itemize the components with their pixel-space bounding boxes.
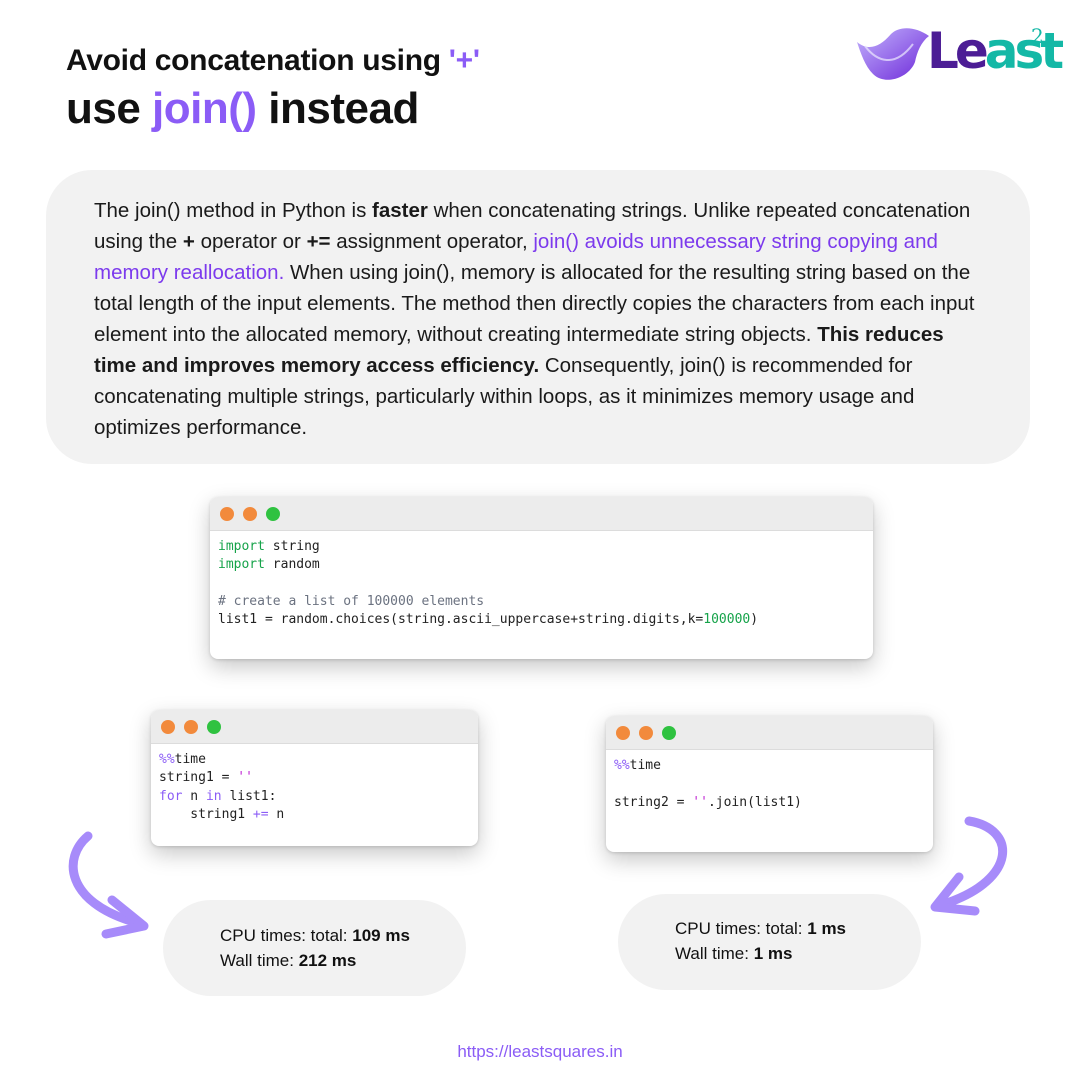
desc-seg-3: operator or [194, 230, 307, 253]
code-keyword: import [218, 557, 265, 573]
window-titlebar [606, 716, 933, 750]
code-keyword: for [159, 788, 183, 804]
maximize-dot-icon [662, 726, 676, 740]
brand-logo: Least 2 [855, 22, 1064, 86]
logo-text-a: Le [927, 22, 989, 80]
join-highlight-text: join() [152, 84, 257, 133]
code-number: 100000 [703, 612, 751, 628]
code-text: n [268, 806, 285, 822]
code-text: time [174, 752, 206, 767]
code-text: random [264, 557, 320, 573]
code-text: string1 = [159, 770, 238, 786]
minimize-dot-icon [184, 720, 198, 734]
wall-time-value: 1 ms [753, 944, 793, 963]
minimize-dot-icon [243, 507, 257, 521]
minimize-dot-icon [639, 726, 653, 740]
maximize-dot-icon [266, 507, 280, 521]
footer-url[interactable]: https://leastsquares.in [0, 1042, 1080, 1062]
code-text: ) [750, 612, 759, 628]
description-paragraph: The join() method in Python is faster wh… [94, 195, 990, 443]
window-titlebar [151, 710, 478, 744]
result-card-join: CPU times: total: 1 ms Wall time: 1 ms [618, 894, 921, 990]
wall-time-line: Wall time: 212 ms [220, 948, 466, 973]
code-text: .join(list1) [707, 794, 802, 810]
title-instead-text: instead [256, 84, 419, 133]
cpu-time-value: 1 ms [807, 919, 847, 938]
logo-superscript: 2 [1031, 24, 1044, 48]
wall-time-label: Wall time: [675, 944, 754, 963]
wall-time-line: Wall time: 1 ms [675, 941, 921, 966]
code-text: string2 = [614, 794, 693, 810]
desc-bold-faster: faster [372, 199, 428, 222]
code-string: '' [237, 770, 253, 786]
cpu-time-line: CPU times: total: 1 ms [675, 916, 921, 941]
cpu-time-value: 109 ms [352, 926, 410, 945]
code-text: time [629, 758, 661, 773]
code-magic: %% [614, 758, 630, 773]
code-window-setup: import string import random # create a l… [210, 497, 873, 659]
desc-bold-plus: + [182, 230, 195, 253]
code-keyword: in [205, 788, 222, 804]
curved-arrow-right-icon [930, 816, 1008, 916]
code-comment: # create a list of 100000 elements [218, 593, 485, 609]
curved-arrow-left-icon [68, 831, 149, 939]
code-text: string1 [159, 806, 253, 822]
desc-seg-4: assignment operator, [330, 230, 534, 253]
code-string: '' [692, 794, 708, 810]
code-window-join: %%time string2 = ''.join(list1) [606, 716, 933, 852]
title-line-1-text: Avoid concatenation using [66, 44, 449, 77]
cpu-time-line: CPU times: total: 109 ms [220, 923, 466, 948]
code-text: n [182, 788, 206, 804]
title-line-1: Avoid concatenation using '+' [66, 44, 480, 78]
title-line-2: use join() instead [66, 84, 419, 134]
close-dot-icon [616, 726, 630, 740]
wall-time-label: Wall time: [220, 951, 299, 970]
code-text: string [264, 539, 320, 554]
desc-bold-pluseq: += [306, 230, 331, 253]
code-magic: %% [159, 752, 175, 767]
code-text: list1: [221, 788, 277, 804]
plus-operator-text: '+' [448, 44, 480, 77]
code-keyword: import [218, 539, 265, 554]
maximize-dot-icon [207, 720, 221, 734]
code-operator: += [252, 806, 269, 822]
code-block-join: %%time string2 = ''.join(list1) [606, 750, 933, 819]
close-dot-icon [161, 720, 175, 734]
window-titlebar [210, 497, 873, 531]
result-card-concat: CPU times: total: 109 ms Wall time: 212 … [163, 900, 466, 996]
wall-time-value: 212 ms [298, 951, 357, 970]
logo-text-b: ast [984, 22, 1064, 80]
logo-leaf-icon [857, 28, 929, 80]
code-block-setup: import string import random # create a l… [210, 531, 873, 636]
title-use-text: use [66, 84, 153, 133]
description-card: The join() method in Python is faster wh… [46, 170, 1030, 464]
cpu-time-label: CPU times: total: [675, 919, 808, 938]
desc-seg-1: The join() method in Python is [94, 199, 373, 222]
code-text: list1 = random.choices(string.ascii_uppe… [218, 612, 704, 628]
close-dot-icon [220, 507, 234, 521]
cpu-time-label: CPU times: total: [220, 926, 353, 945]
code-window-concat: %%time string1 = '' for n in list1: stri… [151, 710, 478, 846]
code-block-concat: %%time string1 = '' for n in list1: stri… [151, 744, 478, 831]
